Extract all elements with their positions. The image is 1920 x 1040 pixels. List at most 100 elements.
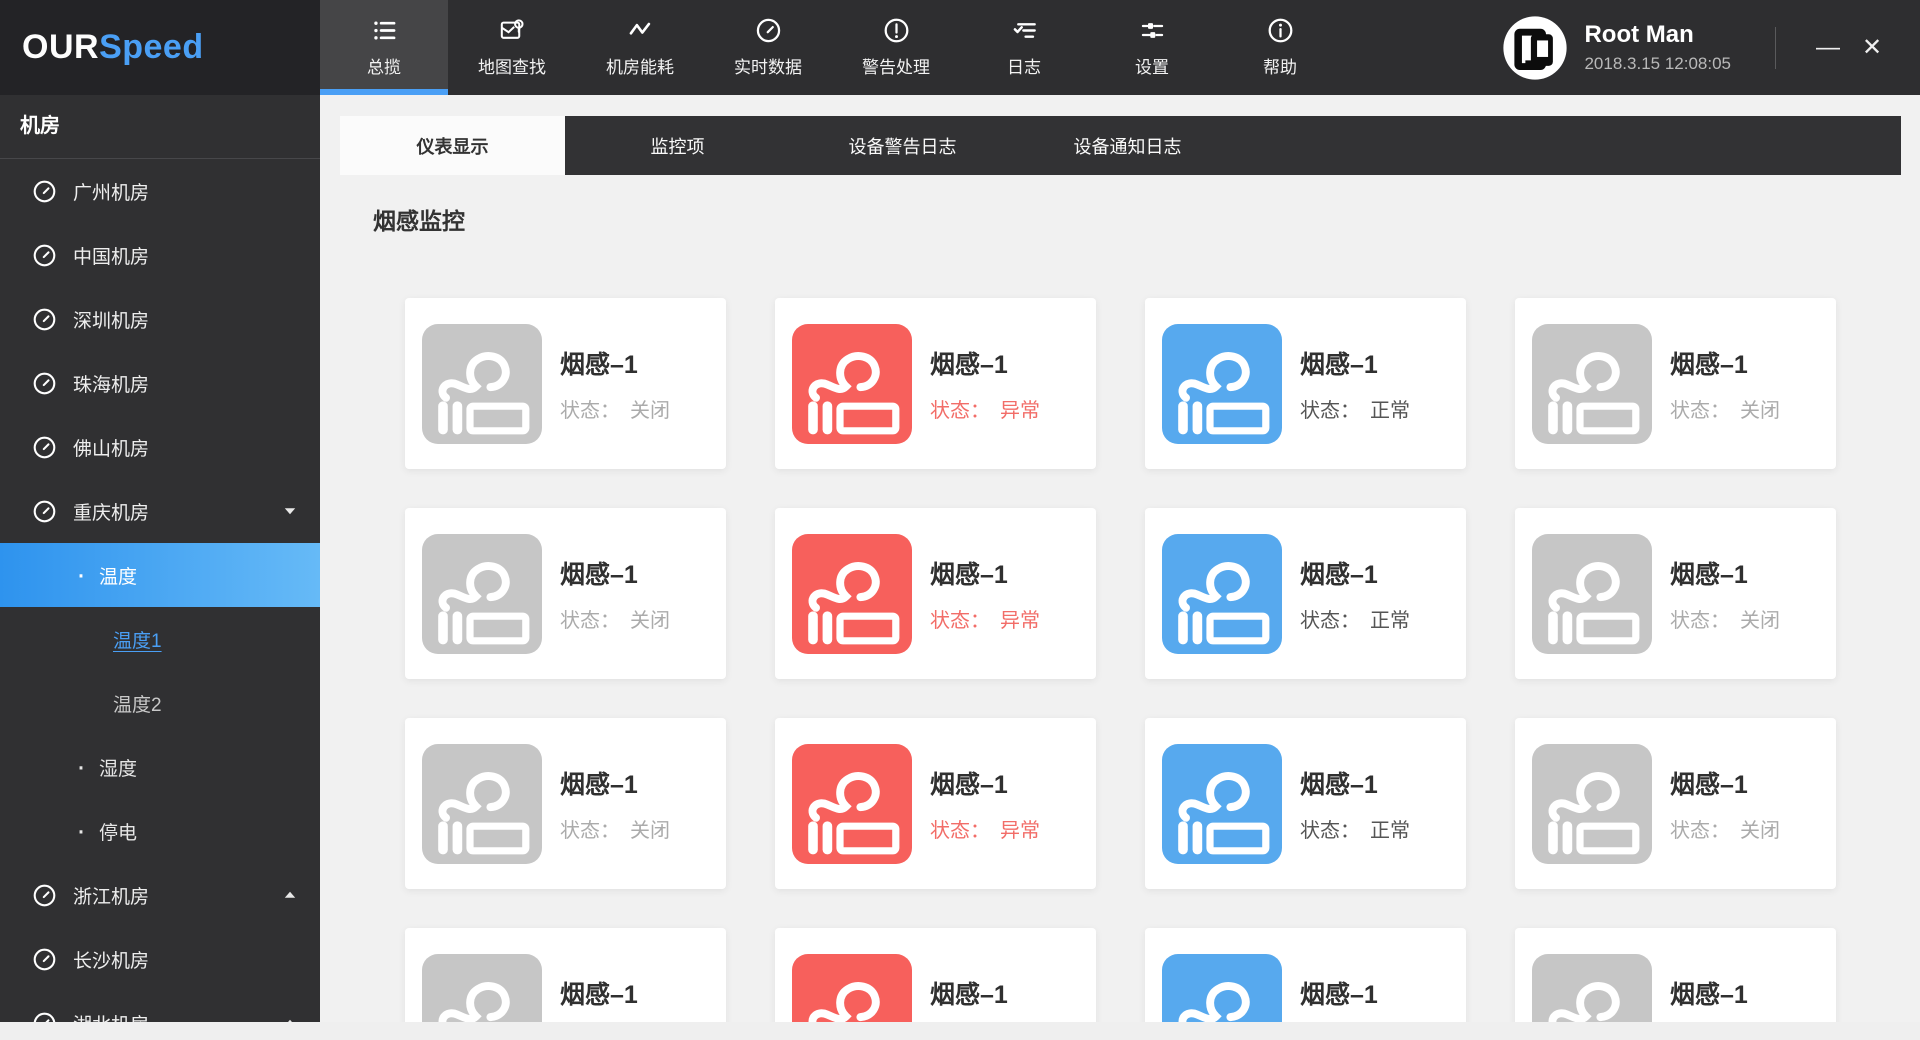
sidebar-item-停电[interactable]: · 停电 <box>0 799 320 863</box>
sidebar: 机房 广州机房中国机房深圳机房珠海机房 佛山机房重庆机房 · 温度 温度1 温度2 · 湿度 ·… <box>0 95 320 1040</box>
nav-item-地图查找[interactable]: 地图查找 <box>448 0 576 95</box>
sidebar-item-温度[interactable]: · 温度 <box>0 543 320 607</box>
gauge-icon <box>33 500 56 522</box>
sensor-name: 烟感–1 <box>930 560 1008 589</box>
close-button[interactable]: ✕ <box>1850 26 1894 70</box>
tab-仪表显示[interactable]: 仪表显示 <box>340 116 565 175</box>
smoke-sensor-card[interactable]: 烟感–1 状态： 关闭 <box>1515 298 1836 469</box>
nav-item-label: 设置 <box>1135 58 1169 77</box>
sidebar-item-广州机房[interactable]: 广州机房 <box>0 159 320 223</box>
status-value: 关闭 <box>630 609 670 632</box>
sidebar-item-label: 温度2 <box>113 694 162 716</box>
nav-item-帮助[interactable]: 帮助 <box>1216 0 1344 95</box>
smoke-sensor-card[interactable]: 烟感–1 状态： 关闭 <box>405 298 726 469</box>
sidebar-item-重庆机房[interactable]: 重庆机房 <box>0 479 320 543</box>
log-icon <box>1013 23 1036 38</box>
sidebar-item-温度1[interactable]: 温度1 <box>0 607 320 671</box>
logo-text-accent: Speed <box>99 28 204 66</box>
sensor-status: 状态： 关闭 <box>560 394 670 423</box>
content-tabbar: 仪表显示 监控项 设备警告日志 设备通知日志 <box>340 116 1901 175</box>
nav-item-label: 警告处理 <box>862 58 930 77</box>
gauge-icon <box>33 948 56 970</box>
sidebar-item-label: 深圳机房 <box>73 310 150 332</box>
sidebar-item-温度2[interactable]: 温度2 <box>0 671 320 735</box>
sidebar-item-佛山机房[interactable]: 佛山机房 <box>0 415 320 479</box>
datetime: 2018.3.15 12:08:05 <box>1584 54 1731 73</box>
gauge-icon <box>33 436 56 458</box>
sensor-text: 烟感–1 状态： 关闭 <box>560 765 670 843</box>
sidebar-item-label: 广州机房 <box>73 182 150 204</box>
nav-item-机房能耗[interactable]: 机房能耗 <box>576 0 704 95</box>
tab-设备警告日志[interactable]: 设备警告日志 <box>790 116 1015 175</box>
nav-item-日志[interactable]: 日志 <box>960 0 1088 95</box>
tab-设备通知日志[interactable]: 设备通知日志 <box>1015 116 1240 175</box>
smoke-sensor-card[interactable]: 烟感–1 状态： 正常 <box>1145 508 1466 679</box>
smoke-sensor-card[interactable]: 烟感–1 状态： 关闭 <box>1515 718 1836 889</box>
status-value: 正常 <box>1370 609 1410 632</box>
bottom-strip <box>0 1022 1920 1040</box>
sensor-name: 烟感–1 <box>560 980 638 1009</box>
nav-item-label: 帮助 <box>1263 58 1297 77</box>
smoke-sensor-card[interactable]: 烟感–1 状态： 异常 <box>775 298 1096 469</box>
status-label: 状态： <box>1670 609 1730 632</box>
sensor-name: 烟感–1 <box>1300 350 1378 379</box>
smoke-sensor-card[interactable]: 烟感–1 状态： 关闭 <box>405 508 726 679</box>
sidebar-item-浙江机房[interactable]: 浙江机房 <box>0 863 320 927</box>
smoke-detector-icon <box>1532 323 1652 444</box>
sidebar-item-深圳机房[interactable]: 深圳机房 <box>0 287 320 351</box>
sensor-status: 状态： 关闭 <box>1670 814 1780 843</box>
sensor-name: 烟感–1 <box>930 980 1008 1009</box>
sensor-name: 烟感–1 <box>1670 350 1748 379</box>
status-label: 状态： <box>560 819 620 842</box>
smoke-detector-icon <box>1162 323 1282 444</box>
status-label: 状态： <box>930 819 990 842</box>
smoke-sensor-card[interactable]: 烟感–1 状态： 正常 <box>1145 298 1466 469</box>
smoke-detector-icon <box>1532 743 1652 864</box>
status-value: 异常 <box>1000 609 1040 632</box>
smoke-sensor-card[interactable]: 烟感–1 状态： 关闭 <box>1515 508 1836 679</box>
sidebar-item-长沙机房[interactable]: 长沙机房 <box>0 927 320 991</box>
nav-item-总揽[interactable]: 总揽 <box>320 0 448 95</box>
sidebar-item-label: 温度 <box>99 566 138 588</box>
sidebar-item-中国机房[interactable]: 中国机房 <box>0 223 320 287</box>
sidebar-item-珠海机房[interactable]: 珠海机房 <box>0 351 320 415</box>
sidebar-section-title: 机房 <box>0 95 320 159</box>
smoke-sensor-card[interactable]: 烟感–1 状态： 异常 <box>775 718 1096 889</box>
sidebar-item-label: 停电 <box>99 822 138 844</box>
info-icon <box>1268 18 1292 43</box>
avatar[interactable] <box>1502 15 1568 81</box>
nav-item-实时数据[interactable]: 实时数据 <box>704 0 832 95</box>
sensor-status: 状态： 异常 <box>930 394 1040 423</box>
sidebar-item-label: 长沙机房 <box>73 950 150 972</box>
sensor-text: 烟感–1 状态： 正常 <box>1300 555 1410 633</box>
close-icon: ✕ <box>1861 34 1883 61</box>
smoke-sensor-card[interactable]: 烟感–1 状态： 关闭 <box>405 718 726 889</box>
smoke-detector-icon <box>792 743 912 864</box>
sensor-name: 烟感–1 <box>560 560 638 589</box>
avatar-logo-icon <box>1503 15 1568 80</box>
minimize-button[interactable]: — <box>1806 26 1850 70</box>
tab-监控项[interactable]: 监控项 <box>565 116 790 175</box>
smoke-sensor-card[interactable]: 烟感–1 状态： 异常 <box>775 508 1096 679</box>
nav-item-警告处理[interactable]: 警告处理 <box>832 0 960 95</box>
status-label: 状态： <box>560 609 620 632</box>
sensor-text: 烟感–1 状态： 正常 <box>1300 345 1410 423</box>
sensor-status: 状态： 关闭 <box>1670 604 1780 633</box>
sensor-status: 状态： 关闭 <box>560 814 670 843</box>
sidebar-item-label: 重庆机房 <box>73 502 150 524</box>
pulse-icon <box>629 22 650 35</box>
smoke-detector-icon <box>422 323 542 444</box>
top-navigation: 总揽 地图查找 机房能耗 实时数据 警告处理 日志 设置 帮助 <box>320 0 1344 95</box>
app-window: OUR Speed 总揽 地图查找 机房能耗 实时数据 警告处理 日志 设置 帮助 Root M… <box>0 0 1920 1040</box>
smoke-detector-icon <box>1162 743 1282 864</box>
nav-item-label: 机房能耗 <box>606 58 674 77</box>
sidebar-item-湿度[interactable]: · 湿度 <box>0 735 320 799</box>
nav-item-label: 地图查找 <box>478 58 546 77</box>
sensor-status: 状态： 正常 <box>1300 604 1410 633</box>
nav-item-设置[interactable]: 设置 <box>1088 0 1216 95</box>
map-search-icon <box>500 19 524 39</box>
smoke-sensor-card[interactable]: 烟感–1 状态： 正常 <box>1145 718 1466 889</box>
user-area: Root Man 2018.3.15 12:08:05 — ✕ <box>1502 0 1920 95</box>
gauge-icon <box>33 180 56 202</box>
tab-label: 监控项 <box>650 136 705 157</box>
